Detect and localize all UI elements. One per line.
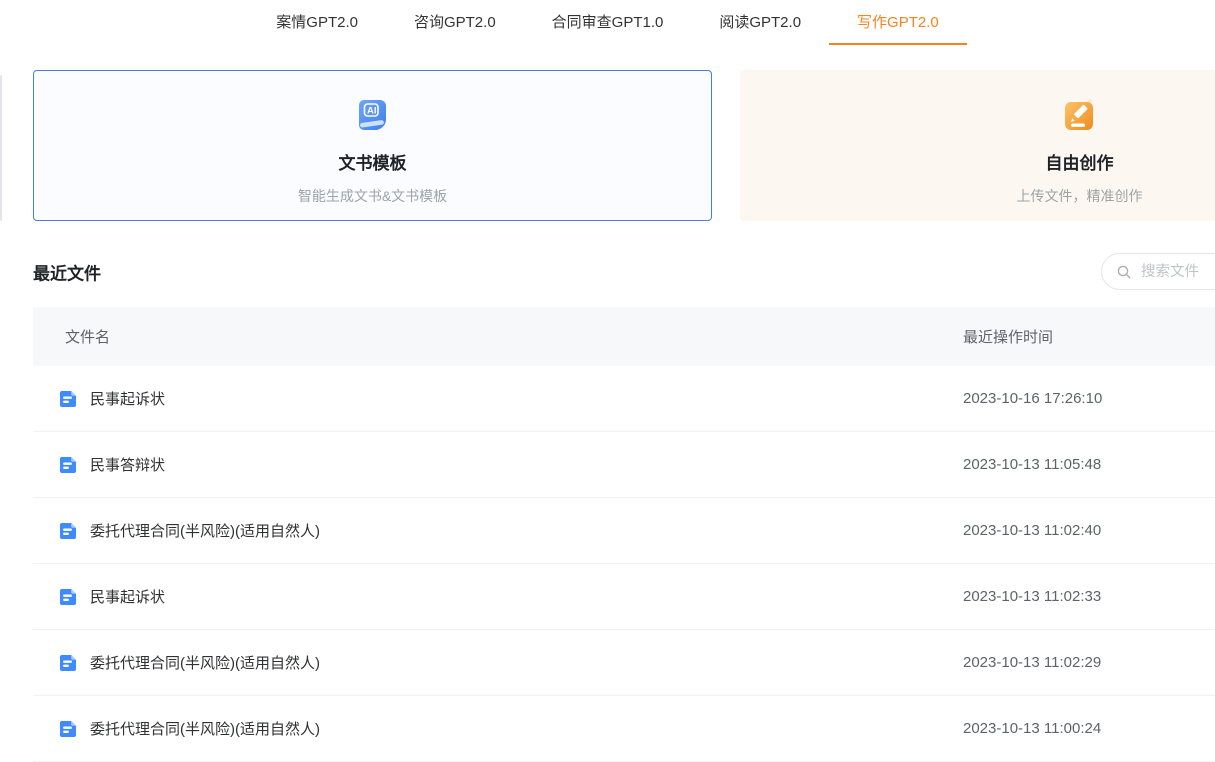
- search-input[interactable]: [1139, 263, 1215, 281]
- tab[interactable]: 案情GPT2.0: [248, 0, 386, 45]
- table-row[interactable]: 民事答辩状 2023-10-13 11:05:48: [33, 432, 1215, 498]
- tab[interactable]: 咨询GPT2.0: [386, 0, 524, 45]
- card-free-writing[interactable]: 自由创作 上传文件，精准创作: [740, 70, 1215, 221]
- tab-label: 案情GPT2.0: [276, 11, 358, 32]
- file-time: 2023-10-13 11:02:29: [963, 654, 1101, 671]
- column-header-name: 文件名: [65, 326, 110, 347]
- tab-bar: 案情GPT2.0 咨询GPT2.0 合同审查GPT1.0 阅读GPT2.0 写作…: [0, 0, 1215, 45]
- card-title: 自由创作: [1046, 149, 1114, 174]
- table-row[interactable]: 民事起诉状 2023-10-13 11:02:33: [33, 564, 1215, 630]
- file-time: 2023-10-13 11:00:24: [963, 720, 1101, 737]
- document-file-icon: [58, 587, 78, 607]
- tab-label: 咨询GPT2.0: [414, 11, 496, 32]
- svg-text:AI: AI: [367, 105, 377, 116]
- card-subtitle: 上传文件，精准创作: [1017, 186, 1143, 206]
- tab[interactable]: 合同审查GPT1.0: [524, 0, 692, 45]
- tab-label: 合同审查GPT1.0: [552, 11, 664, 32]
- file-name: 民事起诉状: [90, 586, 165, 607]
- ai-document-icon: AI: [356, 98, 389, 132]
- table-row[interactable]: 委托代理合同(半风险)(适用自然人) 2023-10-13 11:00:24: [33, 696, 1215, 762]
- search-icon: [1116, 264, 1132, 280]
- file-name: 委托代理合同(半风险)(适用自然人): [90, 520, 320, 541]
- tab[interactable]: 写作GPT2.0: [829, 0, 967, 45]
- file-time: 2023-10-13 11:02:40: [963, 522, 1101, 539]
- file-time: 2023-10-13 11:02:33: [963, 588, 1101, 605]
- file-name: 委托代理合同(半风险)(适用自然人): [90, 718, 320, 739]
- recent-files-table: 文件名 最近操作时间 民事起诉状 2023-10-16 17:: [33, 307, 1215, 762]
- document-file-icon: [58, 455, 78, 475]
- tab[interactable]: 阅读GPT2.0: [691, 0, 829, 45]
- file-name: 民事起诉状: [90, 388, 165, 409]
- recent-files-header: 最近文件: [0, 253, 1215, 291]
- file-name-cell: 委托代理合同(半风险)(适用自然人): [58, 718, 320, 739]
- file-name: 委托代理合同(半风险)(适用自然人): [90, 652, 320, 673]
- document-file-icon: [58, 719, 78, 739]
- table-row[interactable]: 委托代理合同(半风险)(适用自然人) 2023-10-13 11:02:40: [33, 498, 1215, 564]
- search-box[interactable]: [1101, 253, 1215, 290]
- tab-label: 阅读GPT2.0: [719, 11, 801, 32]
- table-body: 民事起诉状 2023-10-16 17:26:10 民事答辩状: [33, 366, 1215, 762]
- file-name-cell: 委托代理合同(半风险)(适用自然人): [58, 520, 320, 541]
- file-name-cell: 民事起诉状: [58, 586, 165, 607]
- carousel-edge: [0, 75, 2, 221]
- file-name-cell: 民事答辩状: [58, 454, 165, 475]
- table-row[interactable]: 委托代理合同(半风险)(适用自然人) 2023-10-13 11:02:29: [33, 630, 1215, 696]
- file-name: 民事答辩状: [90, 454, 165, 475]
- document-file-icon: [58, 521, 78, 541]
- section-title: 最近文件: [33, 260, 101, 285]
- edit-pencil-icon: [1063, 98, 1096, 132]
- document-file-icon: [58, 653, 78, 673]
- column-header-time: 最近操作时间: [963, 326, 1053, 347]
- tabs: 案情GPT2.0 咨询GPT2.0 合同审查GPT1.0 阅读GPT2.0 写作…: [248, 0, 966, 45]
- card-subtitle: 智能生成文书&文书模板: [298, 186, 447, 206]
- table-header: 文件名 最近操作时间: [33, 307, 1215, 366]
- tab-label: 写作GPT2.0: [857, 11, 939, 32]
- card-doc-template[interactable]: AI 文书模板 智能生成文书&文书模板: [33, 70, 712, 221]
- card-title: 文书模板: [339, 149, 407, 174]
- table-row[interactable]: 民事起诉状 2023-10-16 17:26:10: [33, 366, 1215, 432]
- feature-cards: AI 文书模板 智能生成文书&文书模板 自由创作 上传文件，精准创作: [0, 70, 1215, 221]
- file-time: 2023-10-13 11:05:48: [963, 456, 1101, 473]
- file-name-cell: 民事起诉状: [58, 388, 165, 409]
- document-file-icon: [58, 389, 78, 409]
- file-name-cell: 委托代理合同(半风险)(适用自然人): [58, 652, 320, 673]
- file-time: 2023-10-16 17:26:10: [963, 390, 1102, 407]
